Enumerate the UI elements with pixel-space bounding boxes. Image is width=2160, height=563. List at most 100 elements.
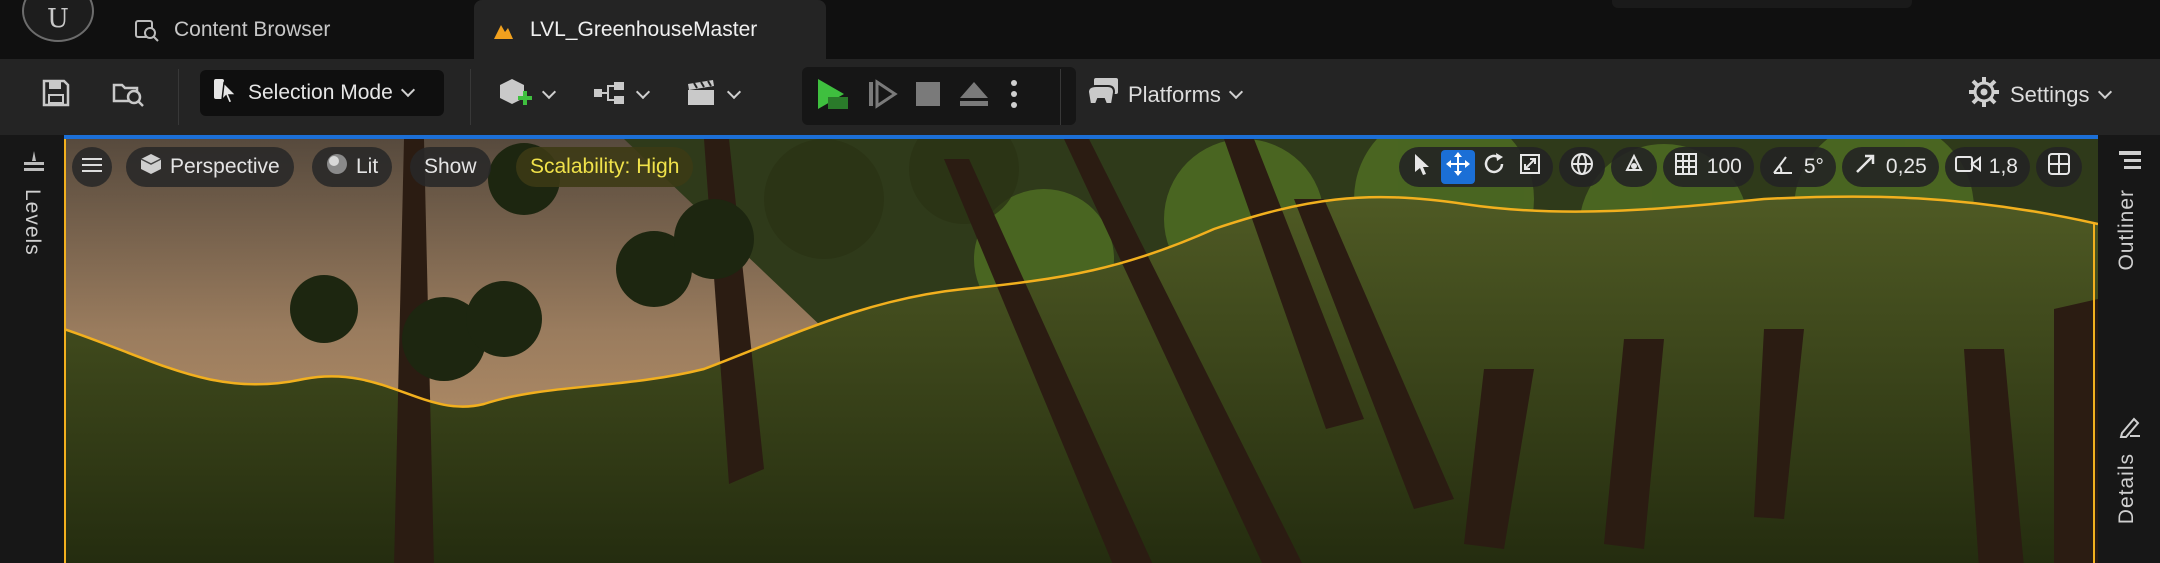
- stop-button[interactable]: [908, 76, 948, 116]
- scene-render: [64, 139, 2098, 563]
- unreal-logo[interactable]: U: [22, 0, 94, 42]
- translate-tool-button[interactable]: [1440, 150, 1475, 184]
- viewport-layout-button[interactable]: [2042, 150, 2076, 184]
- add-actor-icon: [498, 76, 534, 115]
- show-label: Show: [424, 155, 477, 178]
- details-icon: [2118, 415, 2142, 444]
- layout-group: [2036, 147, 2082, 187]
- levels-tab[interactable]: Levels: [20, 189, 44, 256]
- world-space-button[interactable]: [1565, 150, 1599, 184]
- scale-snap-toggle[interactable]: [1848, 150, 1882, 184]
- scale-snap-group[interactable]: 0,25: [1841, 147, 1939, 187]
- toolbar-divider: [178, 69, 179, 125]
- level-viewport[interactable]: Perspective Lit Show Scalability: High 1…: [64, 135, 2098, 563]
- scale-snap-value[interactable]: 0,25: [1884, 155, 1933, 179]
- grid-snap-value[interactable]: 100: [1705, 155, 1748, 179]
- transform-mode-group: [1398, 147, 1553, 187]
- blueprint-icon: [592, 79, 628, 112]
- right-side-tab-bar: Outliner Details: [2098, 135, 2160, 563]
- level-icon: [488, 15, 518, 45]
- main-toolbar: Selection Mode Platforms Settings: [0, 59, 2160, 135]
- viewport-transform-tools: 100 5° 0,25 1,8: [1398, 147, 2082, 187]
- scale-icon: [1519, 153, 1541, 181]
- perspective-label: Perspective: [170, 155, 280, 178]
- toolbar-divider: [1060, 69, 1061, 125]
- video-camera-icon: [1954, 154, 1981, 180]
- cinematics-dropdown[interactable]: [680, 73, 744, 117]
- save-icon: [40, 77, 72, 114]
- grid-snap-group[interactable]: 100: [1662, 147, 1754, 187]
- viewport-options-button[interactable]: [72, 147, 112, 187]
- lit-sphere-icon: [326, 153, 348, 181]
- eject-icon: [958, 80, 990, 113]
- hamburger-icon: [82, 155, 102, 179]
- content-browser-icon: [132, 15, 162, 45]
- camera-speed-button[interactable]: [1951, 150, 1985, 184]
- more-vertical-icon: [1010, 79, 1018, 114]
- chevron-down-icon: [1228, 84, 1243, 100]
- step-forward-icon: [866, 78, 898, 114]
- blueprints-dropdown[interactable]: [588, 73, 652, 117]
- move-icon: [1445, 151, 1471, 183]
- lit-label: Lit: [356, 155, 379, 178]
- play-controls: [802, 67, 1076, 125]
- globe-icon: [1570, 152, 1594, 182]
- camera-speed-group[interactable]: 1,8: [1944, 147, 2030, 187]
- play-icon: [814, 77, 850, 116]
- selection-mode-dropdown[interactable]: Selection Mode: [200, 70, 444, 116]
- select-tool-button[interactable]: [1405, 150, 1439, 184]
- settings-dropdown[interactable]: Settings: [1968, 73, 2112, 117]
- view-mode-dropdown[interactable]: Lit: [312, 147, 393, 187]
- scale-tool-button[interactable]: [1513, 150, 1547, 184]
- tab-content-browser[interactable]: Content Browser: [118, 0, 468, 59]
- tab-label: LVL_GreenhouseMaster: [530, 17, 758, 41]
- scalability-label: Scalability: High: [530, 155, 680, 178]
- title-bar: U Content Browser LVL_GreenhouseMaster: [0, 0, 2160, 59]
- tab-level[interactable]: LVL_GreenhouseMaster: [474, 0, 826, 59]
- gear-icon: [1968, 76, 2000, 114]
- chevron-down-icon: [635, 84, 651, 100]
- chevron-down-icon: [541, 84, 557, 100]
- scalability-indicator[interactable]: Scalability: High: [516, 147, 694, 187]
- stop-icon: [915, 81, 941, 112]
- browse-button[interactable]: [106, 75, 150, 115]
- toolbar-divider: [470, 69, 471, 125]
- clapperboard-icon: [685, 78, 719, 113]
- play-options-button[interactable]: [1002, 76, 1026, 116]
- selection-mode-label: Selection Mode: [248, 81, 393, 104]
- play-button[interactable]: [812, 76, 852, 116]
- eject-button[interactable]: [952, 76, 996, 116]
- cube-icon: [140, 153, 162, 181]
- left-side-tab-bar: Levels: [0, 135, 64, 563]
- platforms-icon: [1086, 76, 1122, 114]
- outliner-tab[interactable]: Outliner: [2115, 189, 2139, 271]
- rotation-snap-group[interactable]: 5°: [1759, 147, 1836, 187]
- angle-icon: [1772, 153, 1794, 181]
- rotation-snap-value[interactable]: 5°: [1802, 155, 1830, 179]
- show-dropdown[interactable]: Show: [410, 147, 491, 187]
- surface-snap-group: [1610, 147, 1657, 187]
- scale-snap-icon: [1854, 153, 1876, 181]
- layout-grid-icon: [2047, 152, 2071, 182]
- chevron-down-icon: [726, 84, 742, 100]
- add-actor-dropdown[interactable]: [494, 73, 558, 117]
- chevron-down-icon: [2097, 84, 2112, 100]
- chevron-down-icon: [400, 82, 415, 98]
- title-bar-search: [1612, 0, 1912, 8]
- cursor-select-icon: [212, 75, 240, 111]
- details-tab[interactable]: Details: [2115, 453, 2139, 524]
- save-button[interactable]: [36, 75, 76, 115]
- platforms-dropdown[interactable]: Platforms: [1086, 73, 1243, 117]
- settings-label: Settings: [2010, 82, 2090, 107]
- camera-speed-value[interactable]: 1,8: [1987, 155, 2024, 179]
- coordinate-space-group: [1558, 147, 1605, 187]
- grid-snap-toggle[interactable]: [1669, 150, 1703, 184]
- perspective-dropdown[interactable]: Perspective: [126, 147, 294, 187]
- rotation-snap-toggle[interactable]: [1766, 150, 1800, 184]
- rotate-tool-button[interactable]: [1477, 150, 1511, 184]
- advance-frame-button[interactable]: [862, 76, 902, 116]
- cursor-icon: [1413, 153, 1431, 181]
- surface-snap-icon: [1622, 152, 1646, 182]
- surface-snapping-button[interactable]: [1617, 150, 1651, 184]
- tab-label: Content Browser: [174, 17, 331, 41]
